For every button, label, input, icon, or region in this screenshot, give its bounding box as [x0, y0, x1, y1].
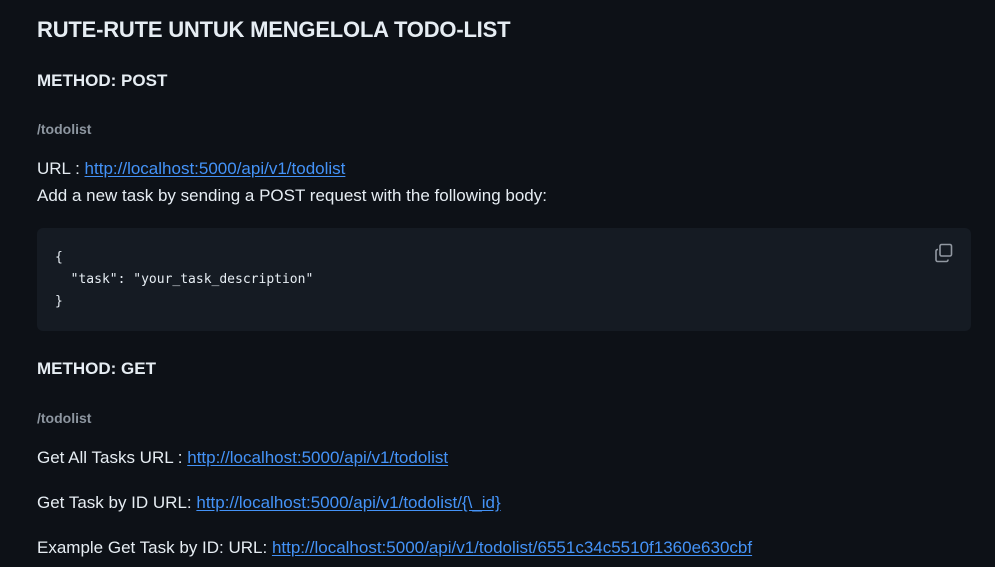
get-method-heading: METHOD: GET — [37, 359, 156, 378]
post-url-link[interactable]: http://localhost:5000/api/v1/todolist — [85, 159, 346, 178]
example-get-url-link[interactable]: http://localhost:5000/api/v1/todolist/65… — [272, 538, 752, 557]
copy-code-button[interactable] — [933, 242, 955, 264]
post-path: /todolist — [37, 121, 92, 137]
get-all-label: Get All Tasks URL : — [37, 448, 188, 467]
post-description: Add a new task by sending a POST request… — [37, 186, 547, 205]
get-by-id-url-link[interactable]: http://localhost:5000/api/v1/todolist/{\… — [196, 493, 500, 512]
example-get-label: Example Get Task by ID: URL: — [37, 538, 272, 557]
post-url-label: URL : — [37, 159, 85, 178]
post-body-code: { "task": "your_task_description" } — [55, 250, 314, 309]
get-by-id-line: Get Task by ID URL: http://localhost:500… — [37, 493, 501, 513]
example-get-line: Example Get Task by ID: URL: http://loca… — [37, 538, 752, 558]
get-path: /todolist — [37, 410, 92, 426]
page-title: RUTE-RUTE UNTUK MENGELOLA TODO-LIST — [37, 17, 511, 42]
post-method-heading: METHOD: POST — [37, 71, 168, 90]
post-url-line: URL : http://localhost:5000/api/v1/todol… — [37, 159, 345, 179]
post-body-code-block: { "task": "your_task_description" } — [37, 228, 971, 331]
get-by-id-label: Get Task by ID URL: — [37, 493, 197, 512]
copy-icon — [935, 243, 953, 263]
get-all-url-link[interactable]: http://localhost:5000/api/v1/todolist — [187, 448, 448, 467]
get-all-line: Get All Tasks URL : http://localhost:500… — [37, 448, 448, 468]
